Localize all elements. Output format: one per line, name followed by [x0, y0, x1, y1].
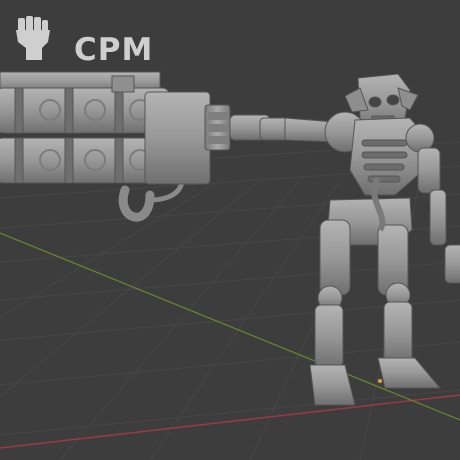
viewport-scene[interactable] — [0, 0, 460, 460]
necron-warrior-model — [309, 73, 460, 406]
x-axis-line — [0, 394, 460, 449]
3d-viewport[interactable]: CPM — [0, 0, 460, 460]
watermark-text: CPM — [74, 32, 154, 68]
gatling-gun — [0, 71, 231, 185]
cpm-watermark: CPM — [12, 14, 152, 68]
raised-fist-icon — [16, 16, 50, 60]
origin-point — [378, 379, 382, 383]
extended-arm — [229, 114, 336, 143]
